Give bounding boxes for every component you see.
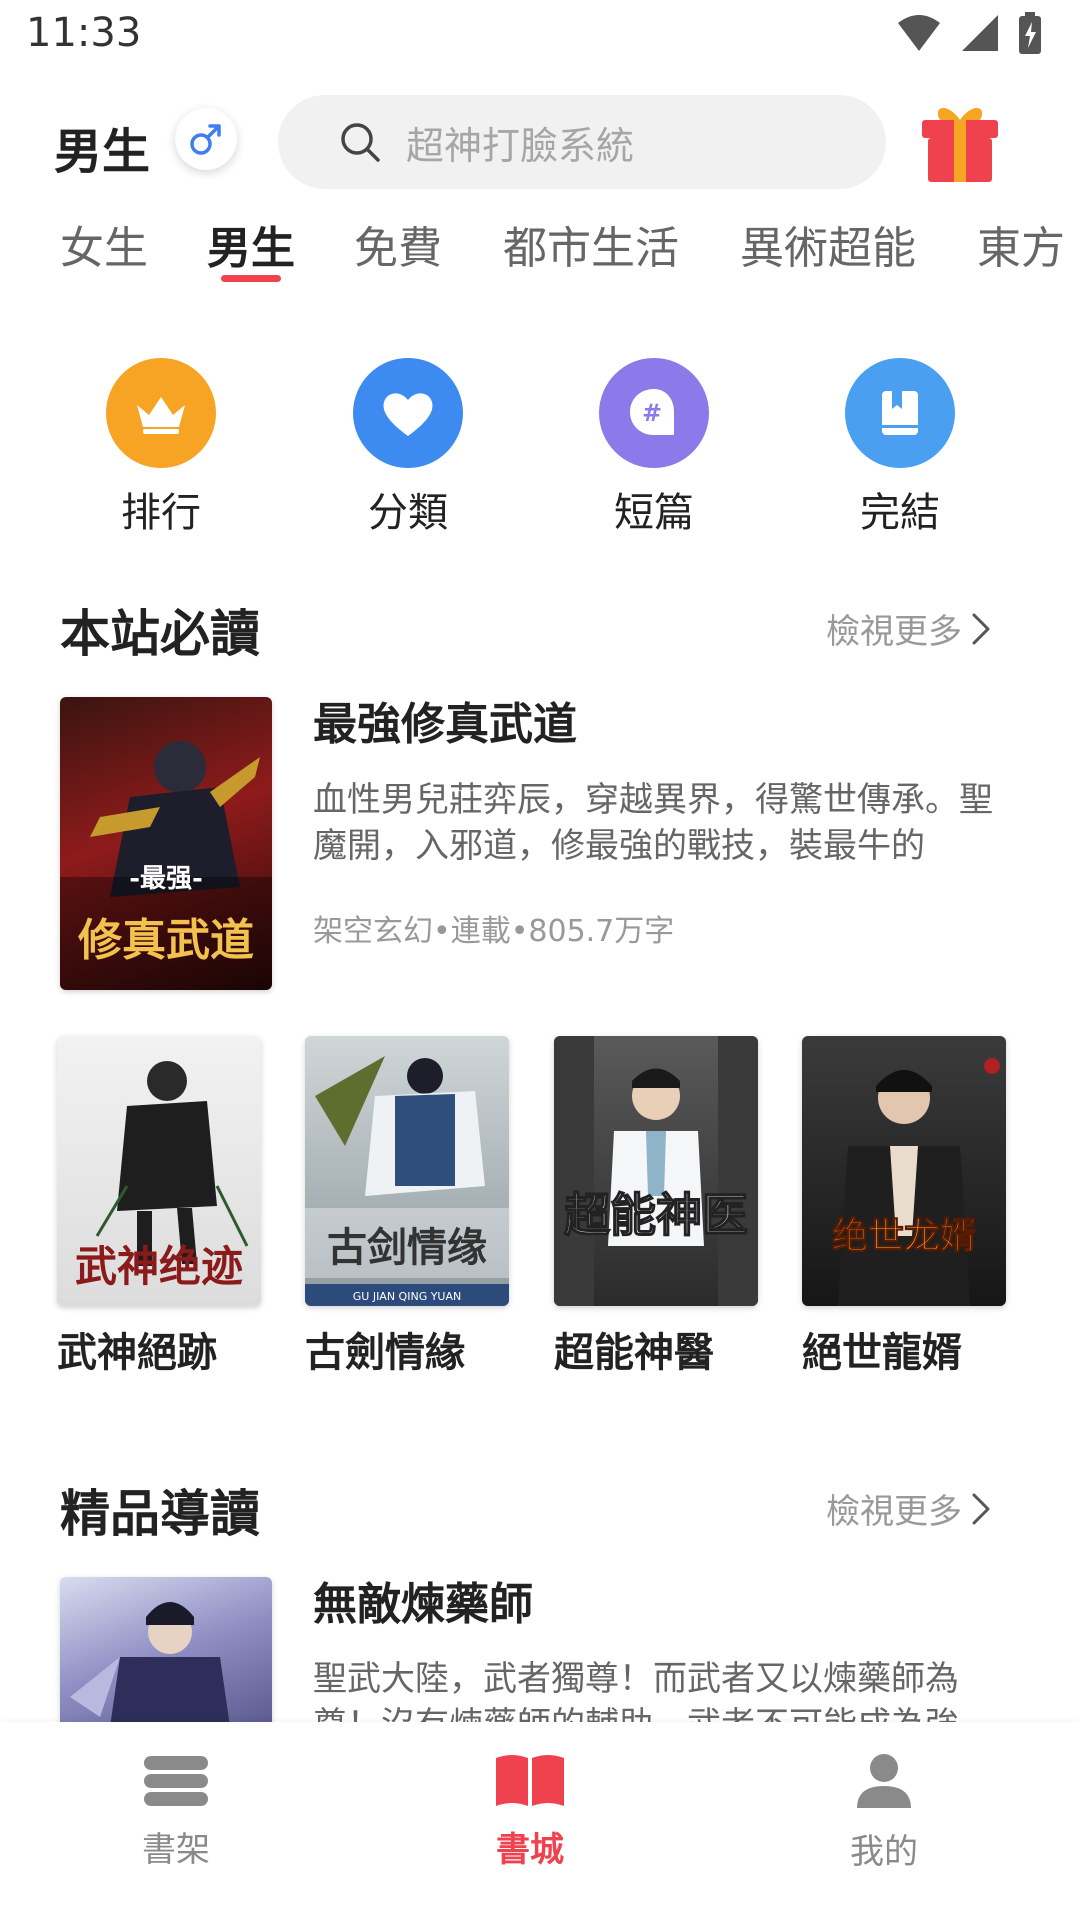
featured-book-cover[interactable] — [60, 1577, 272, 1727]
nav-profile[interactable]: 我的 — [804, 1752, 964, 1873]
gender-label: 男生 — [54, 124, 151, 180]
nav-label: 書城 — [496, 1830, 564, 1870]
wifi-icon — [898, 15, 940, 51]
book-title: 武神絕跡 — [57, 1330, 217, 1376]
nav-label: 書架 — [142, 1830, 210, 1870]
book-card[interactable]: 超能神医 超能神醫 — [554, 1036, 758, 1378]
active-tab-indicator — [221, 275, 281, 282]
view-more-featured-picks[interactable]: 檢視更多 — [826, 1484, 992, 1533]
nav-label: 我的 — [850, 1832, 918, 1872]
male-icon — [190, 124, 221, 155]
search-input[interactable]: 超神打臉系統 — [278, 95, 886, 189]
quick-link-short-stories[interactable]: # 短篇 — [574, 358, 734, 538]
featured-book-cover[interactable]: -最强- 修真武道 — [60, 697, 272, 990]
view-more-label: 檢視更多 — [826, 612, 962, 652]
open-book-icon — [496, 1755, 564, 1806]
tab-male[interactable]: 男生 — [207, 212, 295, 276]
featured-cover-text-top: -最强- — [129, 864, 203, 894]
chevron-right-icon — [972, 1493, 990, 1524]
book-cover-text: 古剑情缘 — [327, 1224, 487, 1271]
book-card[interactable]: 绝世龙婿 絕世龍婿 — [802, 1036, 1006, 1378]
tab-urban-life[interactable]: 都市生活 — [503, 212, 679, 276]
status-icons — [896, 12, 1042, 54]
view-more-label: 檢視更多 — [826, 1492, 962, 1532]
heart-icon — [383, 393, 433, 436]
featured-book-description: 血性男兒莊弈辰，穿越異界，得驚世傳承。聖魔開，入邪道，修最強的戰技，裝最牛的 — [313, 780, 993, 866]
battery-icon — [1019, 12, 1041, 54]
quick-link-label: 完結 — [860, 490, 940, 536]
featured-book-title[interactable]: 無敵煉藥師 — [313, 1568, 533, 1632]
search-placeholder: 超神打臉系統 — [406, 123, 635, 168]
tab-female[interactable]: 女生 — [60, 212, 148, 276]
book-cover-subtext: GU JIAN QING YUAN — [353, 1290, 462, 1303]
quick-link-completed[interactable]: 完結 — [820, 358, 980, 538]
featured-book-description: 聖武大陸，武者獨尊！而武者又以煉藥師為尊！沒有煉藥師的輔助，武者不可能成為強 — [313, 1659, 959, 1722]
book-cover-text: 绝世龙婿 — [832, 1215, 976, 1257]
chevron-right-icon — [972, 613, 990, 644]
nav-bookstore[interactable]: 書城 — [450, 1752, 610, 1871]
quick-link-label: 排行 — [121, 490, 201, 536]
hashtag-chat-icon: # — [630, 389, 674, 435]
quick-link-label: 分類 — [368, 490, 448, 536]
book-card[interactable]: 古剑情缘 GU JIAN QING YUAN 古劍情緣 — [305, 1036, 509, 1378]
book-title: 古劍情緣 — [305, 1330, 465, 1376]
book-title: 絕世龍婿 — [802, 1330, 962, 1376]
gift-button[interactable] — [918, 100, 1002, 184]
nav-bookshelf[interactable]: 書架 — [96, 1752, 256, 1871]
book-card[interactable]: 武神绝迹 武神絕跡 — [57, 1036, 261, 1378]
signal-icon — [962, 15, 998, 51]
view-more-must-read[interactable]: 檢視更多 — [826, 604, 992, 653]
category-tabs: 女生 男生 免費 都市生活 異術超能 東方 — [0, 212, 1080, 292]
book-icon — [882, 391, 918, 435]
crown-icon — [137, 397, 185, 434]
section-title-featured-picks: 精品導讀 — [60, 1485, 260, 1543]
quick-link-label: 短篇 — [614, 490, 694, 536]
book-cover: 武神绝迹 — [57, 1036, 261, 1306]
book-title: 超能神醫 — [554, 1330, 714, 1376]
gender-toggle-button[interactable] — [175, 108, 237, 170]
bottom-navigation: 書架 書城 我的 — [0, 1722, 1080, 1920]
search-icon — [341, 123, 380, 162]
quick-link-ranking[interactable]: 排行 — [81, 358, 241, 538]
tab-supernatural[interactable]: 異術超能 — [740, 212, 916, 276]
book-cover: 绝世龙婿 — [802, 1036, 1006, 1306]
gift-icon — [922, 107, 998, 182]
status-time: 11:33 — [26, 10, 142, 56]
book-cover: 古剑情缘 GU JIAN QING YUAN — [305, 1036, 509, 1306]
featured-cover-text-main: 修真武道 — [78, 915, 254, 966]
section-title-must-read: 本站必讀 — [60, 605, 260, 663]
quick-link-category[interactable]: 分類 — [328, 358, 488, 538]
tab-free[interactable]: 免費 — [354, 212, 442, 276]
book-cover-text: 武神绝迹 — [75, 1242, 243, 1291]
bookshelf-icon — [144, 1756, 208, 1806]
svg-text:#: # — [642, 399, 662, 427]
person-icon — [857, 1754, 911, 1808]
featured-book-title[interactable]: 最強修真武道 — [313, 688, 577, 752]
featured-book-meta: 架空玄幻•連載•805.7万字 — [313, 914, 675, 949]
tab-eastern[interactable]: 東方 — [977, 212, 1065, 276]
book-cover: 超能神医 — [554, 1036, 758, 1306]
book-cover-text: 超能神医 — [564, 1188, 748, 1242]
